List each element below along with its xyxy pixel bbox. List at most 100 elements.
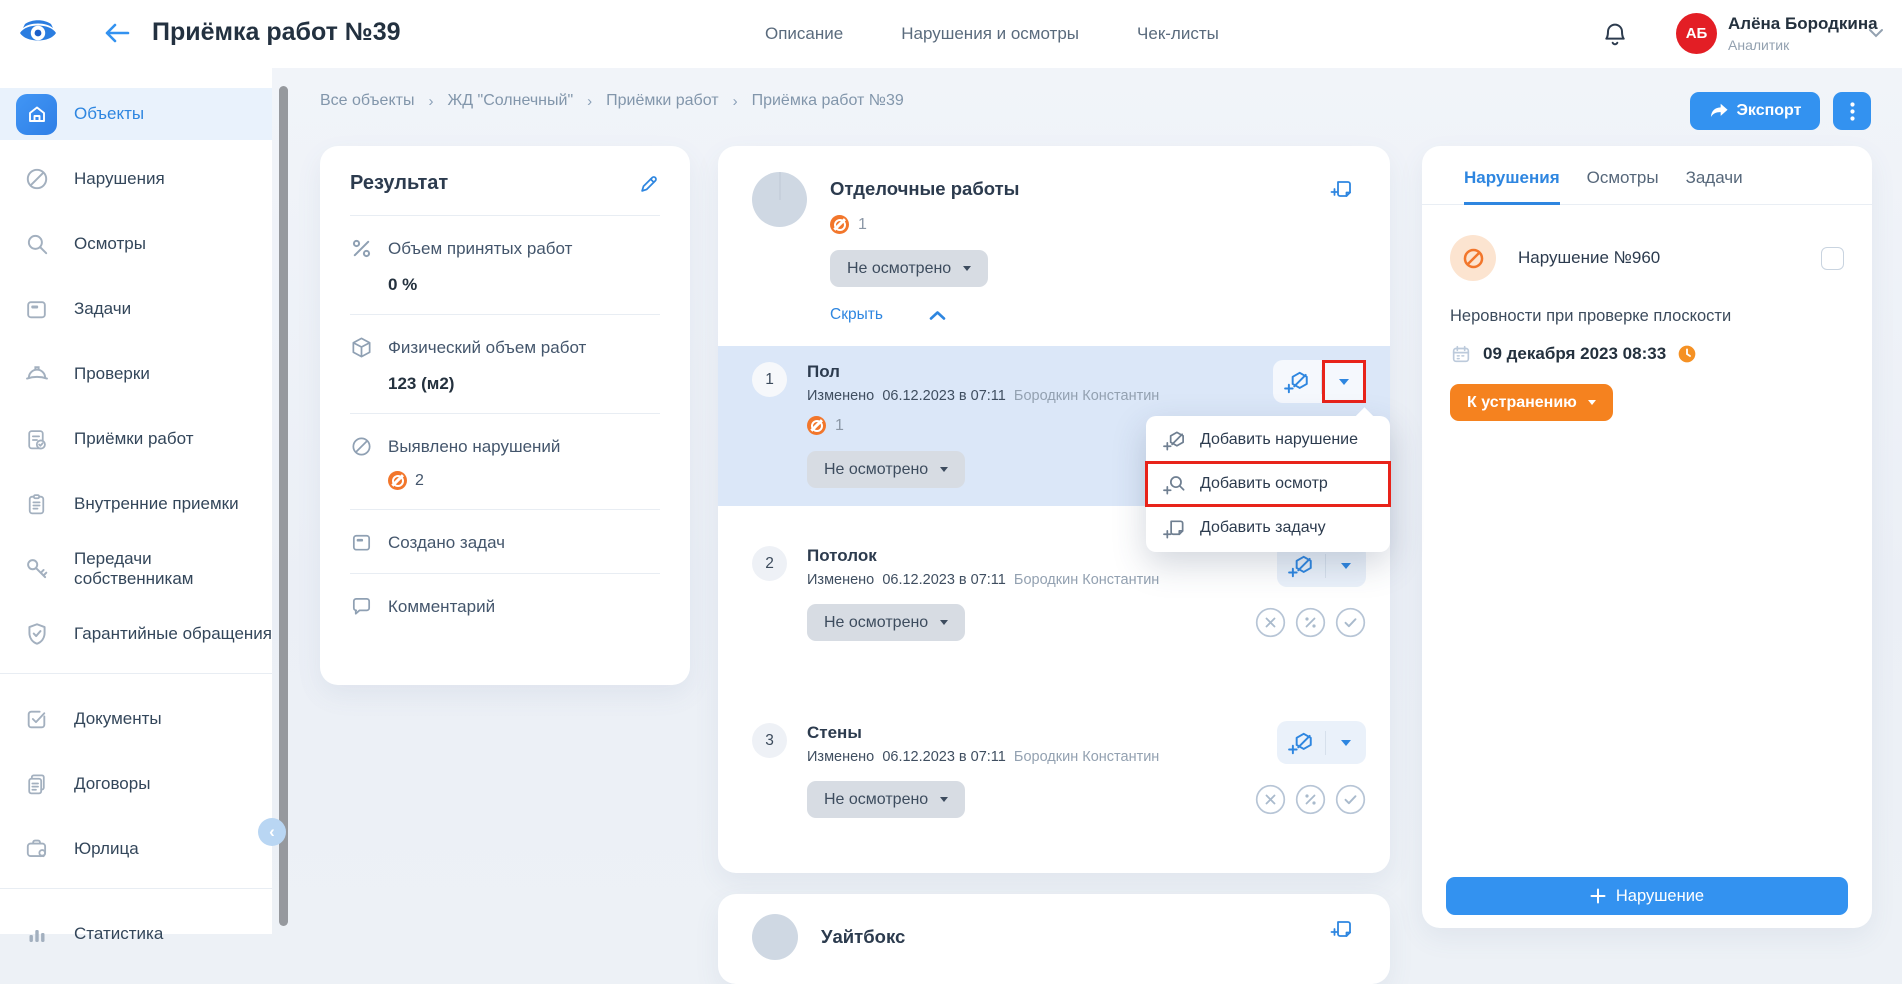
export-label: Экспорт [1737, 102, 1802, 120]
sidebar-collapse-toggle[interactable]: ‹ [258, 818, 286, 846]
shield-check-icon [16, 614, 57, 655]
item-number: 1 [752, 362, 787, 397]
add-task-icon[interactable] [1330, 916, 1354, 940]
details-tabs: Нарушения Осмотры Задачи [1422, 146, 1872, 205]
sidebar-item-statistics[interactable]: Статистика [0, 908, 272, 960]
item-actions [1273, 360, 1366, 403]
sidebar-divider [0, 673, 272, 674]
sidebar-item-label: Договоры [74, 774, 150, 794]
sidebar-item-violations[interactable]: Нарушения [0, 153, 272, 205]
bar-chart-icon [16, 914, 57, 955]
add-inspection-icon [1163, 473, 1186, 496]
nav-violations-inspections[interactable]: Нарушения и осмотры [901, 24, 1079, 44]
sidebar-item-owner-handovers[interactable]: Передачи собственникам [0, 543, 272, 595]
comment-icon [350, 595, 373, 618]
work-item-walls[interactable]: 3 Стены Изменено 06.12.2023 в 07:11 Боро… [718, 707, 1390, 836]
sidebar-item-tasks[interactable]: Задачи [0, 283, 272, 335]
status-label: Не осмотрено [824, 614, 928, 632]
result-row-violations-found: Выявлено нарушений 2 [350, 414, 660, 510]
breadcrumb-acceptances[interactable]: Приёмки работ [606, 92, 718, 110]
violation-card[interactable]: Нарушение №960 Неровности при проверке п… [1422, 205, 1872, 421]
more-actions-button[interactable] [1833, 92, 1871, 130]
breadcrumb-project[interactable]: ЖД "Солнечный" [447, 92, 573, 110]
sidebar-item-checks[interactable]: Проверки [0, 348, 272, 400]
partial-percent-circle-icon[interactable] [1295, 784, 1326, 815]
chevron-down-icon [940, 620, 948, 625]
item-violations-count: 1 [835, 417, 844, 435]
result-label: Комментарий [388, 597, 495, 617]
result-row-tasks-created: Создано задач [350, 510, 660, 574]
app-header: Приёмка работ №39 Описание Нарушения и о… [0, 0, 1902, 68]
accept-check-circle-icon[interactable] [1335, 784, 1366, 815]
collapse-link[interactable]: Скрыть [830, 306, 883, 324]
calendar-icon [1450, 343, 1472, 365]
item-status-select[interactable]: Не осмотрено [807, 604, 965, 641]
chevron-down-icon [963, 266, 971, 271]
add-violation-icon[interactable] [1277, 730, 1325, 756]
accept-check-circle-icon[interactable] [1335, 607, 1366, 638]
item-actions-dropdown-button[interactable] [1322, 360, 1366, 403]
violation-checkbox[interactable] [1821, 247, 1844, 270]
work-group-avatar [752, 172, 807, 227]
violation-datetime: 09 декабря 2023 08:33 [1483, 344, 1666, 364]
sidebar-item-objects[interactable]: Объекты [0, 88, 272, 140]
item-status-select[interactable]: Не осмотрено [807, 451, 965, 488]
menu-add-inspection[interactable]: Добавить осмотр [1146, 462, 1390, 506]
menu-add-task[interactable]: Добавить задачу [1146, 506, 1390, 550]
tab-inspections[interactable]: Осмотры [1587, 168, 1659, 204]
nav-description[interactable]: Описание [765, 24, 843, 44]
edit-pencil-icon[interactable] [638, 173, 660, 195]
result-title: Результат [350, 172, 448, 195]
item-number: 3 [752, 723, 787, 758]
add-violation-button[interactable]: Нарушение [1446, 877, 1848, 915]
reject-circle-icon[interactable] [1255, 607, 1286, 638]
user-menu-chevron-icon[interactable] [1868, 28, 1884, 38]
sidebar-item-label: Передачи собственникам [74, 549, 272, 589]
sidebar-item-legal-entities[interactable]: Юрлица [0, 823, 272, 875]
no-entry-icon [350, 435, 373, 458]
partial-percent-circle-icon[interactable] [1295, 607, 1326, 638]
sidebar-item-work-acceptances[interactable]: Приёмки работ [0, 413, 272, 465]
vertical-scrollbar[interactable] [279, 86, 288, 926]
tab-tasks[interactable]: Задачи [1686, 168, 1743, 204]
next-work-group-card[interactable]: Уайтбокс [718, 894, 1390, 984]
violation-badge-icon [830, 215, 849, 234]
violation-title: Нарушение №960 [1518, 248, 1799, 268]
clipboard-list-icon [16, 484, 57, 525]
result-row-accepted-volume: Объем принятых работ 0 % [350, 216, 660, 315]
search-icon [16, 224, 57, 265]
status-label: К устранению [1467, 394, 1577, 412]
chevron-down-icon [1588, 400, 1596, 405]
menu-item-label: Добавить задачу [1200, 519, 1326, 537]
sidebar-item-contracts[interactable]: Договоры [0, 758, 272, 810]
reject-circle-icon[interactable] [1255, 784, 1286, 815]
details-panel: Нарушения Осмотры Задачи Нарушение №960 … [1422, 146, 1872, 928]
sidebar-item-warranty-claims[interactable]: Гарантийные обращения [0, 608, 272, 660]
sidebar-item-internal-acceptances[interactable]: Внутренние приемки [0, 478, 272, 530]
chevron-up-icon[interactable] [929, 310, 946, 321]
breadcrumb-all-objects[interactable]: Все объекты [320, 92, 414, 110]
work-group-status-select[interactable]: Не осмотрено [830, 250, 988, 287]
menu-add-violation[interactable]: Добавить нарушение [1146, 418, 1390, 462]
add-violation-icon [1163, 429, 1186, 452]
sidebar-item-documents[interactable]: Документы [0, 693, 272, 745]
back-arrow-icon[interactable] [104, 22, 130, 44]
violation-status-select[interactable]: К устранению [1450, 384, 1613, 421]
add-violation-icon[interactable] [1277, 553, 1325, 579]
export-button[interactable]: Экспорт [1690, 92, 1820, 130]
item-status-select[interactable]: Не осмотрено [807, 781, 965, 818]
add-violation-icon[interactable] [1273, 369, 1321, 395]
notifications-bell-icon[interactable] [1601, 20, 1629, 48]
work-group-title: Отделочные работы [830, 178, 1019, 200]
nav-checklists[interactable]: Чек-листы [1137, 24, 1219, 44]
sidebar-item-inspections[interactable]: Осмотры [0, 218, 272, 270]
sidebar-item-label: Статистика [74, 924, 163, 944]
app-logo-eye-icon[interactable] [18, 15, 58, 51]
item-actions-dropdown-button[interactable] [1326, 721, 1366, 764]
add-task-icon[interactable] [1330, 176, 1354, 200]
violation-description: Неровности при проверке плоскости [1450, 307, 1844, 326]
tab-violations[interactable]: Нарушения [1464, 168, 1560, 205]
breadcrumb-current: Приёмка работ №39 [752, 92, 904, 110]
user-avatar[interactable]: АБ [1676, 13, 1717, 54]
contract-icon [16, 764, 57, 805]
